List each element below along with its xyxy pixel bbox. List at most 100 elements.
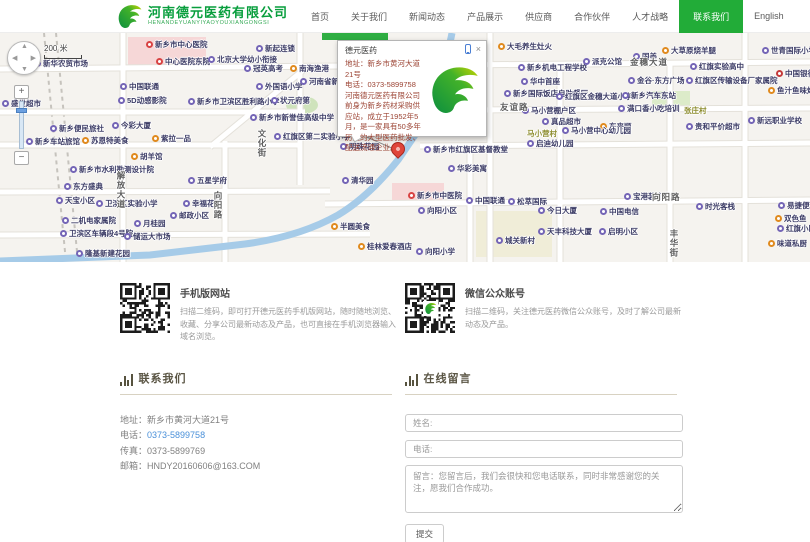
map-poi-label[interactable]: 中国电信 [600, 207, 639, 216]
map-poi-label[interactable]: 大草原烧羊腿 [662, 46, 716, 55]
nav-item[interactable]: 产品展示 [456, 0, 514, 33]
map-poi-label[interactable]: 鱼汁鱼味烤鱼火锅 [768, 86, 810, 95]
pan-down-arrow-icon[interactable]: ▼ [21, 66, 28, 73]
map-poi-label[interactable]: 中国银行 [776, 69, 810, 78]
map-poi-label[interactable]: 二机电家属院 [62, 216, 116, 225]
name-input[interactable] [405, 414, 683, 432]
logo[interactable]: 河南德元医药有限公司 HENANDEYUANYIYAOYOUXIANGONGSI [116, 3, 288, 30]
map-poi-label[interactable]: 红旗区传输设备厂家属院 [686, 76, 778, 85]
pan-left-arrow-icon[interactable]: ◀ [12, 54, 17, 62]
nav-item[interactable]: 人才战略 [621, 0, 679, 33]
map-poi-label[interactable]: 隆基新建花园 [76, 249, 130, 258]
map-poi-label[interactable]: 红旗小区 [777, 224, 810, 233]
map-poi-label[interactable]: 易捷便利店 [778, 201, 810, 210]
map-poi-label[interactable]: 新乡市中医院 [408, 191, 462, 200]
map-poi-label[interactable]: 大毛养生灶火 [498, 42, 552, 51]
map-poi-label[interactable]: 新乡市中心医院 [146, 40, 208, 49]
map-poi-label[interactable]: 派克公馆 [583, 57, 622, 66]
map-poi-label[interactable]: 解放大道 [116, 171, 125, 209]
map-poi-label[interactable]: 月桂园 [134, 219, 166, 228]
map-poi-label[interactable]: 双色鱼 [775, 214, 807, 223]
map-poi-label[interactable]: 向阳小学 [416, 247, 455, 256]
map-pan-control[interactable]: ▲ ▼ ◀ ▶ [7, 41, 41, 75]
map-poi-label[interactable]: 马小营棚户区 [522, 106, 576, 115]
map-poi-label[interactable]: 5D动感影院 [118, 96, 167, 105]
map-poi-label[interactable]: 张庄村 [684, 106, 707, 115]
contact-value[interactable]: HNDY20160606@163.COM [147, 461, 260, 471]
map-poi-label[interactable]: 世青国际小学 [762, 46, 810, 55]
map-canvas[interactable]: 新华农贸市场 盛世超市 新乡便民旅社 新乡车站旅馆 苏恩特美食 新乡市中心医院 … [0, 33, 810, 262]
contact-value[interactable]: 0373-5899769 [147, 446, 205, 456]
map-poi-label[interactable]: 状元府第 [271, 96, 310, 105]
map-poi-label[interactable]: 紫拉一品 [152, 134, 191, 143]
nav-item[interactable]: English [743, 0, 795, 33]
map-poi-label[interactable]: 向阳路 [652, 193, 681, 202]
map-poi-label[interactable]: 中心医院东院 [156, 57, 210, 66]
map-poi-label[interactable]: 天丰科技大厦 [538, 227, 592, 236]
map-poi-label[interactable]: 邮政小区 [170, 211, 209, 220]
map-poi-label[interactable]: 桂林爱春酒店 [358, 242, 412, 251]
map-poi-label[interactable]: 真品超市 [542, 117, 581, 126]
map-poi-label[interactable]: 中国联通 [466, 196, 505, 205]
map-poi-label[interactable]: 华中首座 [521, 77, 560, 86]
map-poi-label[interactable]: 新乡市卫滨区胜利路小学 [188, 97, 280, 106]
zoom-slider-track[interactable] [19, 101, 24, 149]
popup-close-icon[interactable]: × [476, 45, 481, 54]
map-poi-label[interactable]: 向阳小区 [418, 206, 457, 215]
map-poi-label[interactable]: 东方盛典 [64, 182, 103, 191]
map-poi-label[interactable]: 南海渔港 [290, 64, 329, 73]
map-poi-label[interactable]: 友谊路 [500, 103, 529, 112]
map-poi-label[interactable]: 新华农贸市场 [34, 59, 88, 68]
map-poi-label[interactable]: 新起连锁 [256, 44, 295, 53]
contact-value[interactable]: 新乡市黄河大道21号 [147, 415, 229, 425]
map-poi-label[interactable]: 文化街 [257, 129, 266, 158]
map-poi-label[interactable]: 味道私厨 [768, 239, 807, 248]
zoom-in-button[interactable]: + [14, 85, 29, 99]
map-poi-label[interactable]: 新乡市新誉佳高级中学 [250, 113, 334, 122]
nav-item[interactable]: 合作伙伴 [563, 0, 621, 33]
map-poi-label[interactable]: 启明小区 [599, 227, 638, 236]
map-poi-label[interactable]: 金穗大道 [630, 58, 668, 67]
map-poi-label[interactable]: 金谷·东方广场 [628, 76, 685, 85]
map-poi-label[interactable]: 清华园 [342, 176, 374, 185]
map-poi-label[interactable]: 新乡车站旅馆 [26, 137, 80, 146]
map-poi-label[interactable]: 华彩美寓 [448, 164, 487, 173]
map-poi-label[interactable]: 松萃国际 [508, 197, 547, 206]
map-poi-label[interactable]: 苏恩特美食 [82, 136, 129, 145]
pan-up-arrow-icon[interactable]: ▲ [21, 43, 28, 50]
map-poi-label[interactable]: 满口香小吃培训 [618, 104, 680, 113]
map-poi-label[interactable]: 向阳路 [213, 191, 222, 220]
zoom-out-button[interactable]: − [14, 151, 29, 165]
map-poi-label[interactable]: 北京大学幼小衔接 [208, 55, 277, 64]
map-poi-label[interactable]: 丰华街 [669, 229, 678, 258]
map-poi-label[interactable]: 启迪幼儿园 [527, 139, 574, 148]
contact-value[interactable]: 0373-5899758 [147, 430, 205, 440]
map-poi-label[interactable]: 新乡汽车东站 [622, 91, 676, 100]
map-poi-label[interactable]: 今日大厦 [538, 206, 577, 215]
nav-item[interactable]: 新闻动态 [398, 0, 456, 33]
map-poi-label[interactable]: 外国语小学 [256, 82, 303, 91]
map-poi-label[interactable]: 马小营中心幼儿园 [562, 126, 631, 135]
map-poi-label[interactable]: 新乡便民旅社 [50, 124, 104, 133]
map-poi-label[interactable]: 卫滨区车辆段4号院 [60, 229, 133, 238]
map-poi-label[interactable]: 天宝小区 [56, 196, 95, 205]
map-poi-label[interactable]: 城关新村 [496, 236, 535, 245]
nav-item[interactable]: 关于我们 [340, 0, 398, 33]
map-poi-label[interactable]: 新乡市水利勘测设计院 [70, 165, 154, 174]
map-poi-label[interactable]: 新远职业学校 [748, 116, 802, 125]
map-poi-label[interactable]: 卫滨区实验小学 [96, 199, 158, 208]
map-poi-label[interactable]: 新乡机电工程学校 [518, 63, 587, 72]
map-poi-label[interactable]: 中国联通 [120, 82, 159, 91]
map-poi-label[interactable]: 胡羊馆 [131, 152, 163, 161]
map-poi-label[interactable]: 今彩大厦 [112, 121, 151, 130]
nav-item[interactable]: 首页 [300, 0, 340, 33]
map-poi-label[interactable]: 冠英高考 [244, 64, 283, 73]
nav-item[interactable]: 联系我们 [679, 0, 743, 33]
map-poi-label[interactable]: 五星学府 [188, 176, 227, 185]
zoom-slider-handle[interactable] [16, 108, 27, 113]
pan-right-arrow-icon[interactable]: ▶ [31, 54, 36, 62]
map-poi-label[interactable]: 储运大市场 [124, 232, 171, 241]
message-textarea[interactable] [405, 465, 683, 513]
phone-input[interactable] [405, 440, 683, 458]
map-poi-label[interactable]: 贵和平价超市 [686, 122, 740, 131]
